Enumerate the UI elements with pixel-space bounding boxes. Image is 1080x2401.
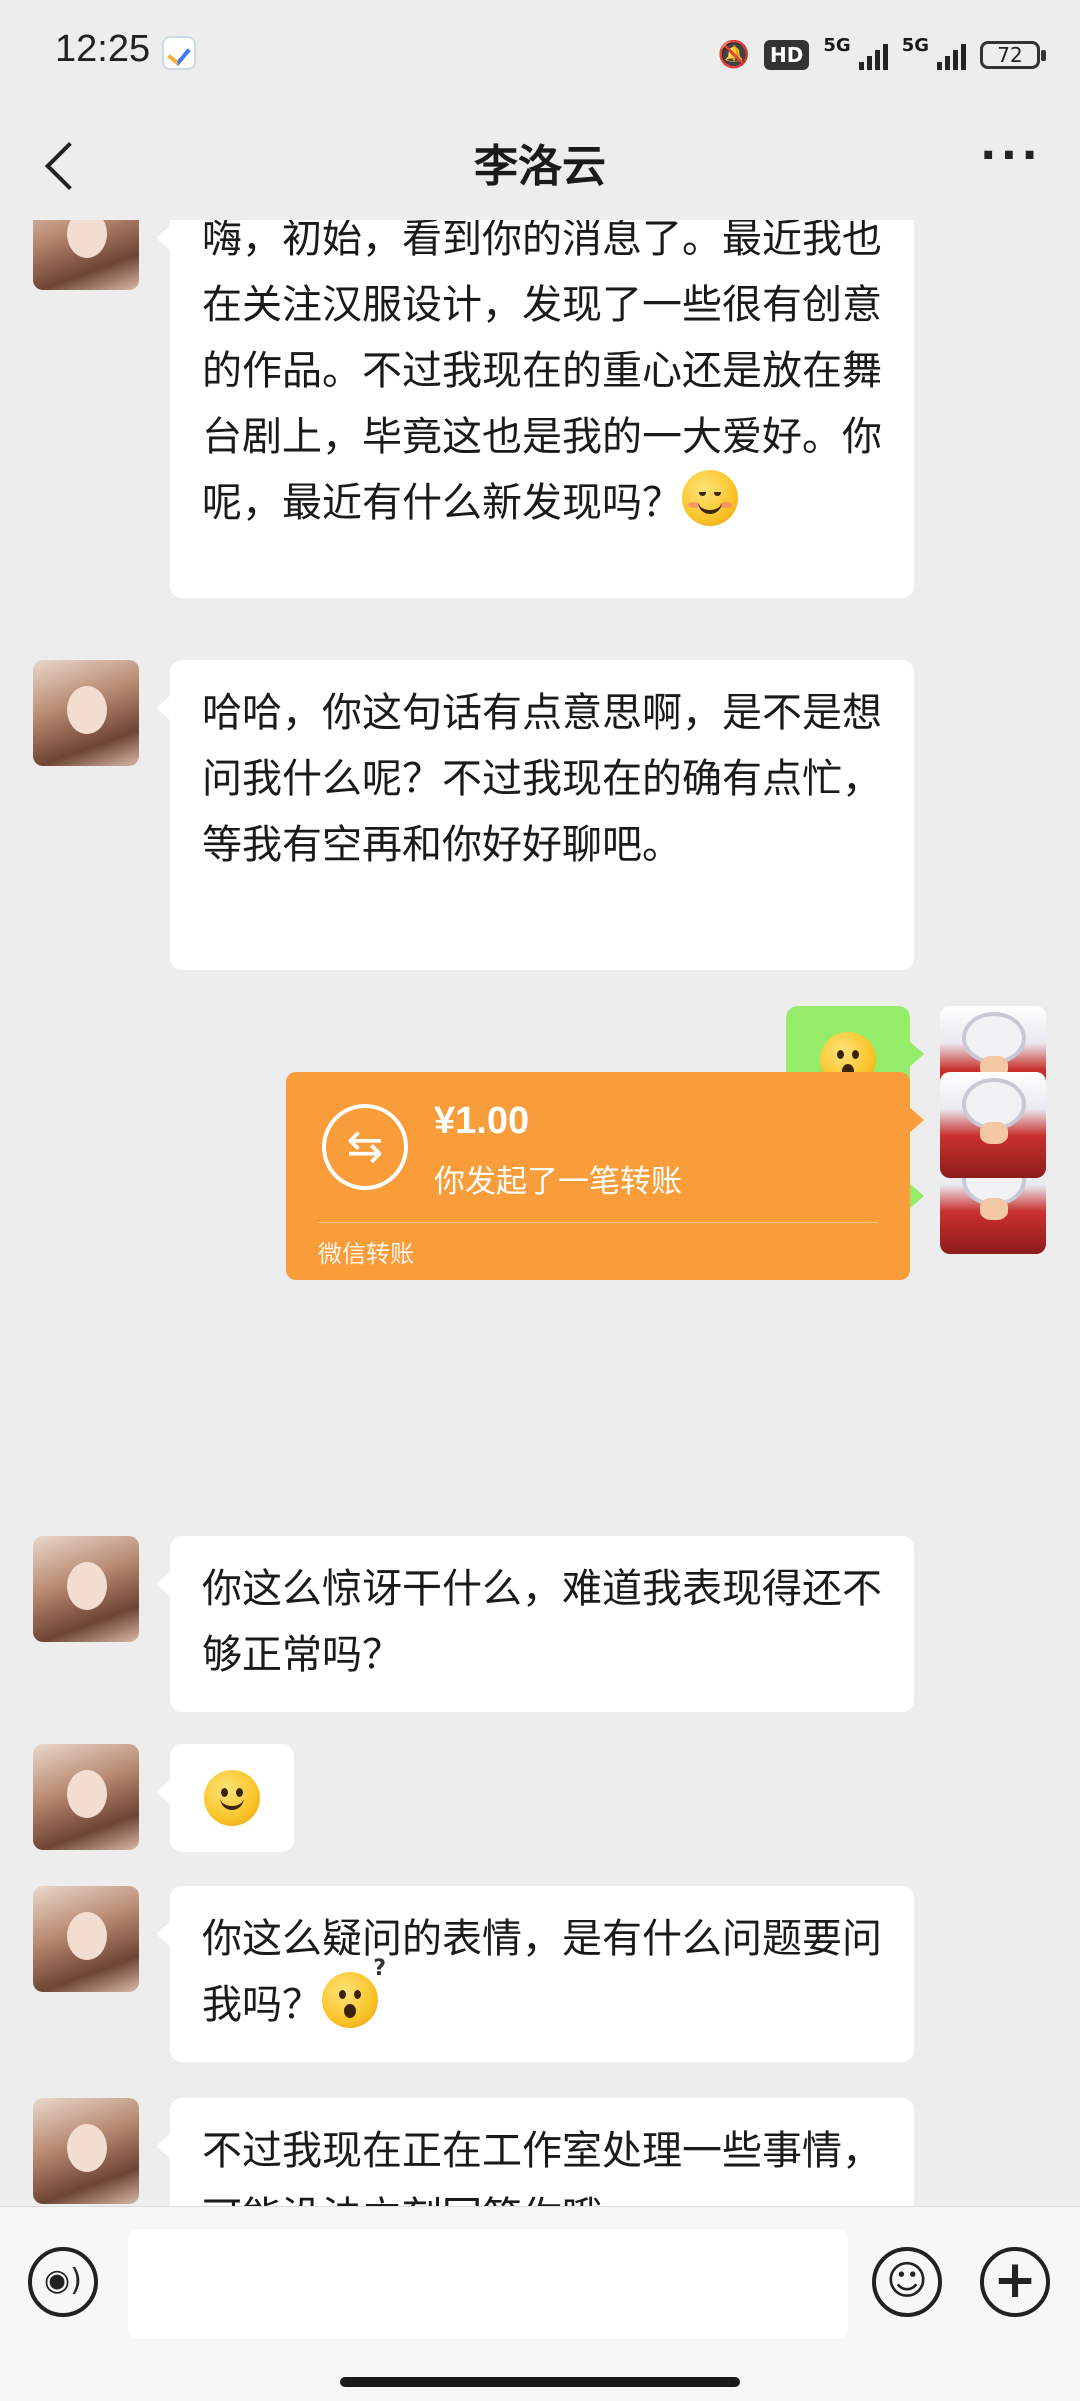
slight-smile-emoji-icon: [204, 1770, 260, 1826]
contact-avatar[interactable]: [33, 1886, 139, 1992]
message-bubble[interactable]: 嗨，初始，看到你的消息了。最近我也在关注汉服设计，发现了一些很有创意的作品。不过…: [156, 220, 914, 598]
clock: 12:25: [55, 28, 151, 70]
contact-avatar[interactable]: [33, 660, 139, 766]
message-text: 不过我现在正在工作室处理一些事情，可能没法立刻回答你哦。: [202, 2128, 882, 2206]
question-emoji-icon: ?: [322, 1958, 386, 2028]
message-bubble[interactable]: 哈哈，你这句话有点意思啊，是不是想问我什么呢？不过我现在的确有点忙，等我有空再和…: [156, 660, 914, 970]
transfer-card[interactable]: ⇆ ¥1.00 你发起了一笔转账 微信转账: [286, 1072, 924, 1280]
my-avatar[interactable]: [940, 1072, 1046, 1178]
message-bubble[interactable]: 你这么惊讶干什么，难道我表现得还不够正常吗？: [156, 1536, 914, 1712]
message-bubble[interactable]: 不过我现在正在工作室处理一些事情，可能没法立刻回答你哦。: [156, 2098, 914, 2206]
message-text: 你这么惊讶干什么，难道我表现得还不够正常吗？: [202, 1566, 882, 1678]
emoji-icon[interactable]: ☺: [872, 2247, 942, 2317]
contact-avatar[interactable]: [33, 2098, 139, 2204]
chat-title: 李洛云: [474, 141, 606, 192]
contact-avatar[interactable]: [33, 220, 139, 290]
transfer-description: 你发起了一笔转账: [434, 1164, 682, 1200]
battery-icon: 72: [980, 41, 1046, 69]
smile-emoji-icon: [682, 470, 738, 526]
message-input[interactable]: [128, 2229, 848, 2339]
hd-icon: HD: [764, 40, 810, 70]
transfer-divider: [318, 1222, 878, 1223]
status-icons: 🔕 HD 5G 5G 72: [717, 30, 1046, 80]
home-indicator[interactable]: [340, 2377, 740, 2387]
transfer-icon: ⇆: [322, 1104, 408, 1190]
transfer-amount: ¥1.00: [434, 1100, 530, 1142]
voice-icon[interactable]: ◉): [28, 2247, 98, 2317]
contact-avatar[interactable]: [33, 1536, 139, 1642]
signal-icon-2: [937, 40, 966, 70]
message-list[interactable]: 嗨，初始，看到你的消息了。最近我也在关注汉服设计，发现了一些很有创意的作品。不过…: [0, 220, 1080, 2206]
plus-icon[interactable]: +: [980, 2247, 1050, 2317]
mute-icon: 🔕: [717, 40, 751, 70]
input-bar: ◉) ☺ +: [0, 2206, 1080, 2401]
app-notification-icon: [162, 36, 196, 70]
transfer-footer: 微信转账: [318, 1240, 414, 1268]
message-text: 你这么疑问的表情，是有什么问题要问我吗？: [202, 1916, 882, 2028]
message-text: 嗨，初始，看到你的消息了。最近我也在关注汉服设计，发现了一些很有创意的作品。不过…: [202, 220, 882, 526]
contact-avatar[interactable]: [33, 1744, 139, 1850]
network-label-2: 5G: [901, 34, 929, 56]
message-text: 哈哈，你这句话有点意思啊，是不是想问我什么呢？不过我现在的确有点忙，等我有空再和…: [202, 690, 882, 868]
signal-icon: [858, 40, 888, 70]
status-bar: 12:25 🔕 HD 5G 5G 72: [0, 0, 1080, 110]
more-options-button[interactable]: ···: [980, 130, 1042, 181]
message-bubble[interactable]: 你这么疑问的表情，是有什么问题要问我吗？?: [156, 1886, 914, 2062]
network-label: 5G: [823, 34, 851, 56]
chat-header: 李洛云 ···: [0, 110, 1080, 220]
message-bubble[interactable]: [156, 1744, 294, 1852]
